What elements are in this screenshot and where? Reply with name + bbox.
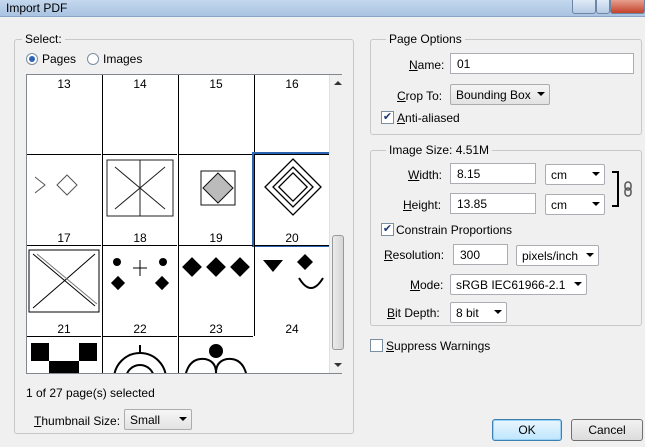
page-thumbnail-number: 16 bbox=[285, 77, 299, 91]
page-thumbnail-image bbox=[264, 158, 322, 216]
selection-status: 1 of 27 page(s) selected bbox=[26, 386, 155, 400]
dropdown-arrow-icon bbox=[537, 92, 545, 96]
page-thumbnail[interactable]: 25 bbox=[27, 336, 101, 373]
pages-radio[interactable] bbox=[26, 53, 38, 65]
page-thumbnail[interactable]: 22 bbox=[102, 245, 177, 336]
bit-depth-select[interactable]: 8 bit bbox=[450, 302, 507, 323]
thumbnail-size-label-text: humbnail Size: bbox=[41, 414, 121, 428]
page-thumbnail-number: 17 bbox=[57, 231, 71, 245]
height-field[interactable]: 13.85 bbox=[450, 193, 536, 214]
crop-to-label: Crop To: bbox=[397, 89, 443, 103]
close-window-button[interactable] bbox=[610, 0, 645, 14]
page-thumbnail[interactable]: 17 bbox=[27, 154, 101, 245]
maximize-button[interactable] bbox=[596, 0, 610, 14]
thumbnail-scrollbar[interactable] bbox=[329, 75, 345, 373]
thumbnail-size-label: Thumbnail Size: bbox=[34, 414, 121, 428]
page-thumbnail[interactable]: 20 bbox=[252, 152, 331, 247]
width-unit-select[interactable]: cm bbox=[545, 164, 605, 185]
anti-aliased-label[interactable]: Anti-aliased bbox=[397, 111, 460, 125]
chain-link-icon bbox=[612, 171, 632, 207]
images-radio[interactable] bbox=[87, 53, 99, 65]
height-unit-select[interactable]: cm bbox=[545, 194, 605, 215]
page-thumbnail[interactable]: 19 bbox=[178, 154, 253, 245]
page-thumbnail[interactable]: 16 bbox=[254, 75, 329, 154]
thumbnail-size-select[interactable]: Small bbox=[124, 409, 192, 430]
width-field[interactable]: 8.15 bbox=[450, 163, 536, 184]
page-thumbnail-image bbox=[34, 174, 78, 196]
dropdown-arrow-icon bbox=[592, 202, 600, 206]
page-options-label: Page Options bbox=[386, 32, 465, 46]
page-thumbnail-number: 13 bbox=[57, 77, 71, 91]
page-thumbnail-number: 19 bbox=[209, 231, 223, 245]
page-thumbnail-number: 24 bbox=[285, 322, 299, 336]
page-thumbnail-number: 22 bbox=[133, 322, 147, 336]
page-thumbnail-number: 20 bbox=[285, 231, 299, 245]
page-thumbnail[interactable]: 13 bbox=[27, 75, 101, 154]
anti-aliased-checkbox[interactable]: ✔ bbox=[381, 111, 394, 124]
page-thumbnail[interactable]: 27 bbox=[178, 336, 253, 373]
width-label: Width: bbox=[408, 168, 443, 182]
scrollbar-thumb[interactable] bbox=[332, 235, 344, 350]
images-radio-label[interactable]: Images bbox=[103, 52, 142, 66]
thumbnail-size-value: Small bbox=[130, 413, 161, 427]
page-thumbnail[interactable]: 21 bbox=[27, 245, 101, 336]
suppress-warnings-label[interactable]: Suppress Warnings bbox=[386, 339, 490, 353]
page-thumbnail-image bbox=[31, 343, 97, 373]
page-thumbnail-number: 23 bbox=[209, 322, 223, 336]
page-thumbnail[interactable]: 14 bbox=[102, 75, 177, 154]
page-thumbnail-image bbox=[184, 344, 248, 373]
mode-label: Mode: bbox=[410, 278, 444, 292]
dropdown-arrow-icon bbox=[179, 417, 187, 421]
minimize-button[interactable] bbox=[572, 0, 596, 14]
bit-depth-value: 8 bit bbox=[456, 306, 479, 320]
resolution-field[interactable]: 300 bbox=[453, 244, 508, 265]
cancel-button[interactable]: Cancel bbox=[571, 419, 643, 441]
title-bar: Import PDF bbox=[0, 0, 645, 17]
dropdown-arrow-icon bbox=[574, 282, 582, 286]
name-label: Name: bbox=[409, 58, 445, 72]
suppress-warnings-checkbox[interactable] bbox=[370, 339, 383, 352]
crop-to-value: Bounding Box bbox=[456, 88, 531, 102]
resolution-unit-select[interactable]: pixels/inch bbox=[516, 245, 599, 266]
page-thumbnail-image bbox=[106, 159, 174, 217]
page-thumbnail-number: 18 bbox=[133, 231, 147, 245]
page-thumbnail-image bbox=[182, 257, 250, 277]
page-thumbnail-image bbox=[200, 170, 236, 206]
height-label: Height: bbox=[403, 198, 442, 212]
thumbnail-grid[interactable]: 13 14 15 16 17 18 19 20 21 22 23 24 252627 bbox=[26, 74, 342, 374]
window-title: Import PDF bbox=[6, 1, 68, 15]
constrain-proportions-checkbox[interactable]: ✔ bbox=[381, 223, 394, 236]
scroll-down-icon[interactable] bbox=[330, 357, 346, 373]
page-thumbnail-number: 15 bbox=[209, 77, 223, 91]
select-group-label: Select: bbox=[22, 32, 65, 46]
name-field[interactable]: 01 bbox=[450, 53, 634, 74]
width-unit-value: cm bbox=[551, 168, 567, 182]
page-thumbnail-number: 14 bbox=[133, 77, 147, 91]
mode-select[interactable]: sRGB IEC61966-2.1 bbox=[450, 274, 587, 295]
page-thumbnail-image bbox=[28, 249, 100, 313]
page-thumbnail-number: 21 bbox=[57, 322, 71, 336]
page-thumbnail-image bbox=[113, 345, 167, 373]
resolution-label: Resolution: bbox=[384, 248, 445, 262]
constrain-proportions-label[interactable]: Constrain Proportions bbox=[396, 223, 512, 237]
dropdown-arrow-icon bbox=[592, 172, 600, 176]
resolution-unit-value: pixels/inch bbox=[522, 249, 579, 263]
page-thumbnail[interactable]: 23 bbox=[178, 245, 253, 336]
dropdown-arrow-icon bbox=[494, 310, 502, 314]
page-thumbnail-image bbox=[263, 254, 324, 289]
page-thumbnail[interactable]: 15 bbox=[178, 75, 253, 154]
page-thumbnail[interactable]: 26 bbox=[102, 336, 177, 373]
height-unit-value: cm bbox=[551, 198, 567, 212]
image-size-label: Image Size: 4.51M bbox=[386, 143, 493, 157]
crop-to-select[interactable]: Bounding Box bbox=[450, 84, 550, 105]
dropdown-arrow-icon bbox=[586, 253, 594, 257]
page-thumbnail-image bbox=[110, 258, 170, 291]
page-thumbnail[interactable]: 18 bbox=[102, 154, 177, 245]
page-thumbnail[interactable]: 24 bbox=[254, 245, 329, 336]
pages-radio-label[interactable]: Pages bbox=[42, 52, 76, 66]
ok-button[interactable]: OK bbox=[492, 419, 562, 441]
mode-value: sRGB IEC61966-2.1 bbox=[456, 278, 566, 292]
scroll-up-icon[interactable] bbox=[330, 75, 346, 91]
bit-depth-label: Bit Depth: bbox=[387, 306, 440, 320]
